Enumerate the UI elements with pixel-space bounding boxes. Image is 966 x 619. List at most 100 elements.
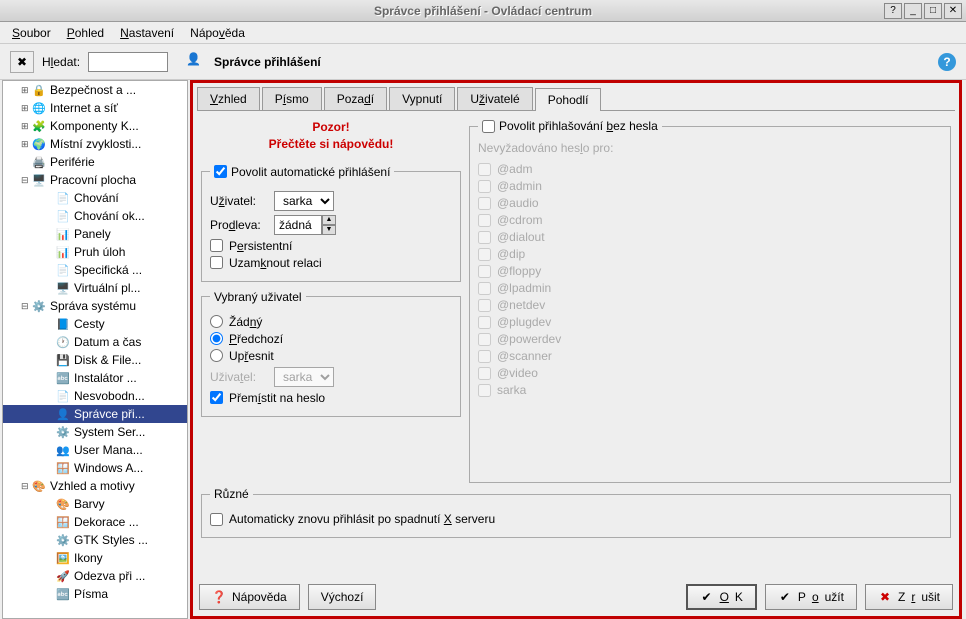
tree-expander[interactable]: ⊟ xyxy=(21,481,31,492)
tree-item-icon: 🖨️ xyxy=(31,154,47,170)
tree-item[interactable]: 🪟Dekorace ... xyxy=(3,513,187,531)
tree-item[interactable]: 📊Panely xyxy=(3,225,187,243)
menu-help[interactable]: Nápověda xyxy=(184,24,251,42)
tree-item[interactable]: 🔤Instalátor ... xyxy=(3,369,187,387)
autologin-delay-input[interactable] xyxy=(274,215,322,235)
nopass-item-checkbox xyxy=(478,316,491,329)
tree-item[interactable]: ⊟🖥️Pracovní plocha xyxy=(3,171,187,189)
search-input[interactable] xyxy=(88,52,168,72)
tree-item[interactable]: ⊟🎨Vzhled a motivy xyxy=(3,477,187,495)
tree-item[interactable]: 🖼️Ikony xyxy=(3,549,187,567)
close-button[interactable]: ✕ xyxy=(944,3,962,19)
ok-button[interactable]: ✔OK xyxy=(686,584,757,610)
tree-item[interactable]: 📊Pruh úloh xyxy=(3,243,187,261)
tree-item[interactable]: 📄Chování ok... xyxy=(3,207,187,225)
delay-up-button[interactable]: ▲ xyxy=(322,215,336,225)
minimize-button[interactable]: _ xyxy=(904,3,922,19)
maximize-button[interactable]: □ xyxy=(924,3,942,19)
nopass-list: @adm@admin@audio@cdrom@dialout@dip@flopp… xyxy=(478,159,942,479)
menu-view[interactable]: Pohled xyxy=(61,24,110,42)
defaults-button[interactable]: Výchozí xyxy=(308,584,377,610)
tree-expander[interactable]: ⊞ xyxy=(21,139,31,150)
tree-item[interactable]: 🖨️Periférie xyxy=(3,153,187,171)
tab[interactable]: Vypnutí xyxy=(389,87,455,110)
tree-item[interactable]: 📄Specifická ... xyxy=(3,261,187,279)
tree-item[interactable]: ⚙️System Ser... xyxy=(3,423,187,441)
tab[interactable]: Uživatelé xyxy=(457,87,532,110)
tree-item[interactable]: ⊞🔒Bezpečnost a ... xyxy=(3,81,187,99)
tree-item-icon: 📊 xyxy=(55,244,71,260)
nopass-item-checkbox xyxy=(478,214,491,227)
misc-group: Různé Automaticky znovu přihlásit po spa… xyxy=(201,487,951,538)
tree-expander[interactable]: ⊟ xyxy=(21,301,31,312)
delay-down-button[interactable]: ▼ xyxy=(322,225,336,235)
tree-item[interactable]: ⊞🧩Komponenty K... xyxy=(3,117,187,135)
menu-settings[interactable]: Nastavení xyxy=(114,24,180,42)
menu-file[interactable]: Soubor xyxy=(6,24,57,42)
tree-item[interactable]: 📄Nesvobodn... xyxy=(3,387,187,405)
tree-item[interactable]: 📘Cesty xyxy=(3,315,187,333)
nopass-item-checkbox xyxy=(478,367,491,380)
tree-expander[interactable]: ⊞ xyxy=(21,121,31,132)
tree-expander[interactable]: ⊞ xyxy=(21,103,31,114)
tree-item-icon: 🪟 xyxy=(55,460,71,476)
focus-password-label: Přemístit na heslo xyxy=(229,391,325,405)
help-button[interactable]: ❓Nápověda xyxy=(199,584,300,610)
tree-item[interactable]: 🕐Datum a čas xyxy=(3,333,187,351)
tree-item[interactable]: 👥User Mana... xyxy=(3,441,187,459)
tree-item-icon: 🧩 xyxy=(31,118,47,134)
tree-item[interactable]: 🎨Barvy xyxy=(3,495,187,513)
tab[interactable]: Pohodlí xyxy=(535,88,602,111)
tree-item[interactable]: 💾Disk & File... xyxy=(3,351,187,369)
tree-item[interactable]: 🚀Odezva při ... xyxy=(3,567,187,585)
focus-password-checkbox[interactable] xyxy=(210,391,223,404)
tree-item[interactable]: ⊞🌍Místní zvyklosti... xyxy=(3,135,187,153)
preselect-prev-radio[interactable] xyxy=(210,332,223,345)
tree-expander[interactable]: ⊞ xyxy=(21,85,31,96)
autologin-user-select[interactable]: sarka xyxy=(274,191,334,211)
preselect-prev-label: Předchozí xyxy=(229,332,283,346)
nopass-item-label: @video xyxy=(497,366,538,380)
menubar: Soubor Pohled Nastavení Nápověda xyxy=(0,22,966,44)
tree-item-icon: 💾 xyxy=(55,352,71,368)
tree-item[interactable]: ⚙️GTK Styles ... xyxy=(3,531,187,549)
nopass-enable-checkbox[interactable] xyxy=(482,120,495,133)
tree-item[interactable]: ⊟⚙️Správa systému xyxy=(3,297,187,315)
window-title: Správce přihlášení - Ovládací centrum xyxy=(374,4,592,18)
help-icon: ❓ xyxy=(212,590,226,604)
tree-item[interactable]: 📄Chování xyxy=(3,189,187,207)
sidebar-tree[interactable]: ⊞🔒Bezpečnost a ...⊞🌐Internet a síť⊞🧩Komp… xyxy=(2,80,188,619)
apply-button[interactable]: ✔Použít xyxy=(765,584,857,610)
tree-item[interactable]: 🔤Písma xyxy=(3,585,187,603)
lock-session-checkbox[interactable] xyxy=(210,256,223,269)
preselect-none-radio[interactable] xyxy=(210,315,223,328)
tree-item[interactable]: 🪟Windows A... xyxy=(3,459,187,477)
tree-item-label: Komponenty K... xyxy=(50,119,139,133)
help-titlebar-button[interactable]: ? xyxy=(884,3,902,19)
tree-item-label: Písma xyxy=(74,587,108,601)
tab[interactable]: Písmo xyxy=(262,87,322,110)
nopass-item-checkbox xyxy=(478,163,491,176)
tree-item[interactable]: 🖥️Virtuální pl... xyxy=(3,279,187,297)
tree-item[interactable]: ⊞🌐Internet a síť xyxy=(3,99,187,117)
preselect-user-label: Uživatel: xyxy=(210,370,268,384)
nopass-item-checkbox xyxy=(478,265,491,278)
cancel-button[interactable]: ✖Zrušit xyxy=(865,584,953,610)
tree-expander[interactable]: ⊟ xyxy=(21,175,31,186)
autologin-enable-checkbox[interactable] xyxy=(214,165,227,178)
clear-search-button[interactable]: ✖ xyxy=(10,51,34,73)
tree-item[interactable]: 👤Správce při... xyxy=(3,405,187,423)
preselect-specify-radio[interactable] xyxy=(210,349,223,362)
persistent-checkbox[interactable] xyxy=(210,239,223,252)
tree-item-icon: 🎨 xyxy=(31,478,47,494)
nopass-group: Povolit přihlašování bez hesla Nevyžadov… xyxy=(469,119,951,483)
tree-item-label: Disk & File... xyxy=(74,353,141,367)
autorelogin-checkbox[interactable] xyxy=(210,513,223,526)
tab[interactable]: Pozadí xyxy=(324,87,387,110)
nopass-item-checkbox xyxy=(478,282,491,295)
nopass-item-checkbox xyxy=(478,180,491,193)
context-help-button[interactable]: ? xyxy=(938,53,956,71)
nopass-item-label: @cdrom xyxy=(497,213,543,227)
tab[interactable]: Vzhled xyxy=(197,87,260,110)
tree-item-icon: 👤 xyxy=(55,406,71,422)
